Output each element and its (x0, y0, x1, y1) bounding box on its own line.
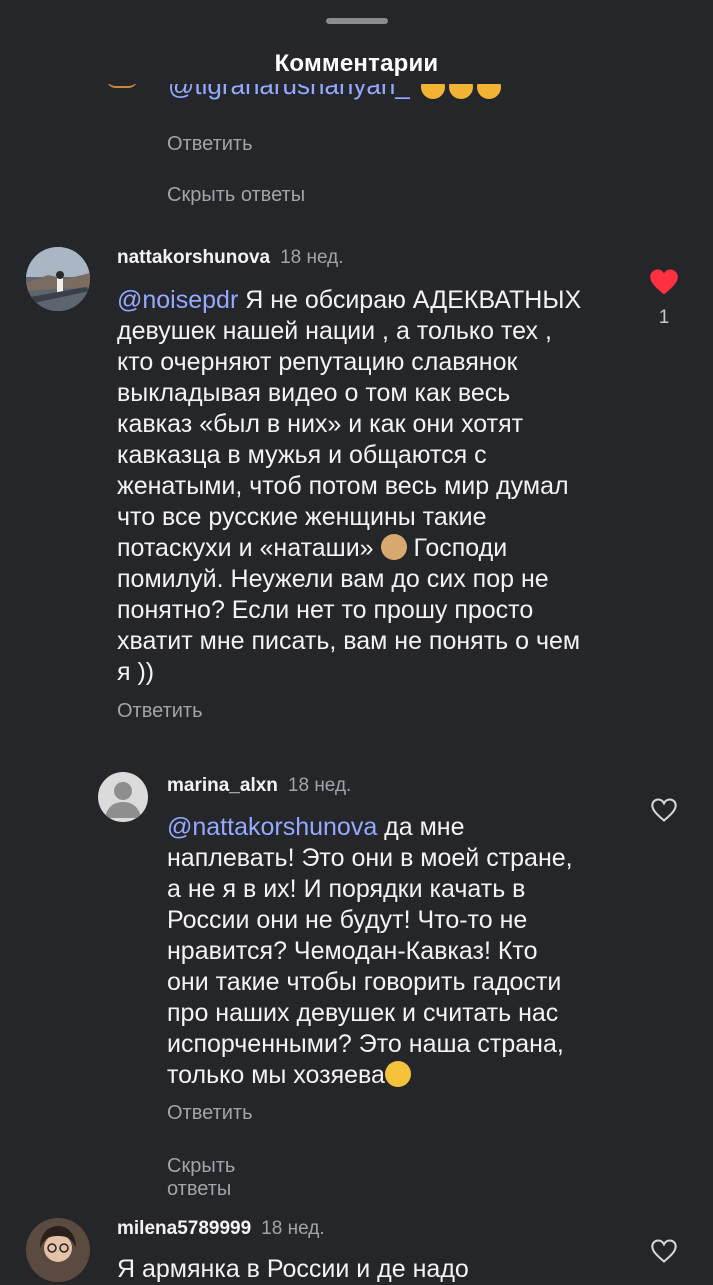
mention-link[interactable]: @tigranarushanyan_ (168, 84, 410, 100)
default-avatar-icon[interactable] (98, 772, 148, 822)
heart-outline-icon (651, 1239, 677, 1263)
like-button[interactable] (648, 1238, 680, 1269)
facepalm-emoji-icon (380, 534, 407, 560)
username[interactable]: nattakorshunova (117, 247, 270, 268)
timestamp: 18 нед. (287, 775, 352, 796)
heart-filled-icon (650, 269, 678, 295)
hide-replies-button[interactable]: Скрыть ответы (167, 184, 305, 207)
partial-comment: @tigranarushanyan_ (0, 84, 713, 120)
laughing-emoji-icon (477, 84, 502, 100)
timestamp: 18 нед. (261, 1218, 325, 1239)
kissing-emoji-icon (384, 1061, 411, 1087)
profile-photo (26, 247, 90, 311)
avatar[interactable] (26, 247, 90, 311)
comment-text: @noisepdr Я не обсираю АДЕКВАТНЫХ девуше… (117, 286, 582, 686)
like-count: 1 (658, 307, 670, 328)
mention-link[interactable]: @nattakorshunova (167, 813, 377, 841)
like-button[interactable] (648, 797, 680, 828)
profile-photo (40, 1226, 76, 1262)
drag-handle[interactable] (326, 18, 388, 24)
avatar[interactable] (26, 1218, 90, 1282)
username[interactable]: marina_alxn (167, 775, 278, 796)
avatar (106, 84, 138, 88)
comment-text: @nattakorshunova да мне наплевать! Это о… (167, 813, 573, 1089)
sheet-title: Комментарии (274, 50, 439, 77)
comment-text: Я армянка в России и де надо (117, 1255, 469, 1283)
like-button[interactable]: 1 (644, 268, 684, 329)
laughing-emoji-icon (449, 84, 474, 100)
timestamp: 18 нед. (280, 247, 344, 268)
hide-replies-button[interactable]: Скрыть ответы (167, 1155, 235, 1201)
mention-link[interactable]: @noisepdr (117, 286, 238, 314)
reply-button[interactable]: Ответить (167, 1102, 253, 1125)
heart-outline-icon (651, 798, 677, 822)
laughing-emoji-icon (421, 84, 446, 100)
reply-button[interactable]: Ответить (117, 700, 203, 723)
reply-button[interactable]: Ответить (167, 133, 253, 156)
username[interactable]: milena5789999 (117, 1218, 251, 1239)
